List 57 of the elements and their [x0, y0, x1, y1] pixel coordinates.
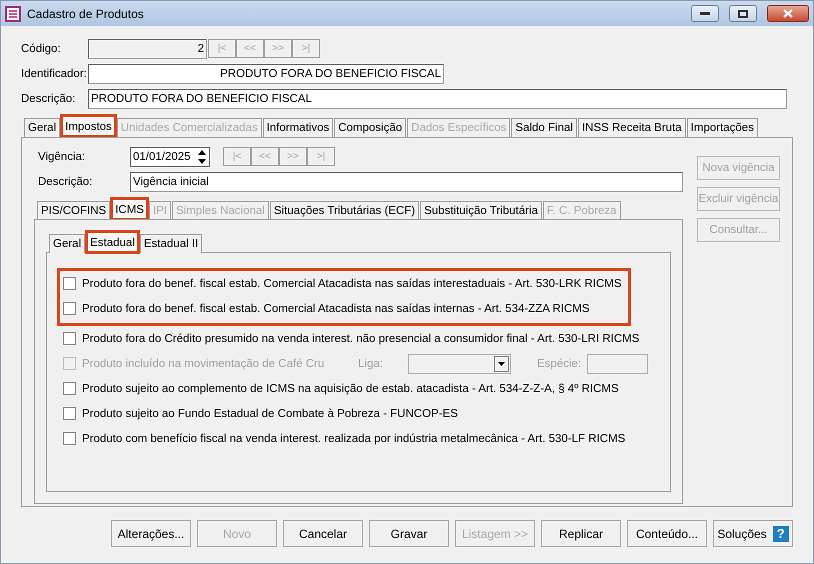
- checkbox[interactable]: [63, 302, 76, 315]
- checkbox[interactable]: [63, 407, 76, 420]
- field-label: Espécie:: [537, 358, 582, 370]
- tab[interactable]: ICMS: [111, 198, 148, 220]
- spin-down-icon[interactable]: [195, 156, 209, 166]
- field-label: Descrição:: [37, 176, 94, 188]
- checkbox[interactable]: [63, 332, 76, 345]
- checkbox-label: Produto sujeito ao Fundo Estadual de Combate à Pobreza - FUNCOP-ES: [82, 408, 458, 420]
- checkbox[interactable]: [63, 382, 76, 395]
- close-icon: [783, 9, 793, 18]
- checkbox-label: Produto com benefício fiscal na venda interest. realizada por indústria metalmecânica - Art. 530-LF RICMS: [82, 432, 626, 444]
- window-title: Cadastro de Produtos: [27, 6, 145, 20]
- action-button[interactable]: Conteúdo...: [627, 520, 707, 547]
- input-field[interactable]: Vigência inicial: [130, 172, 683, 192]
- field-label: Código:: [21, 42, 62, 54]
- input-field[interactable]: PRODUTO FORA DO BENEFICIO FISCAL: [88, 64, 444, 84]
- maximize-button[interactable]: [729, 5, 757, 22]
- app-icon: [5, 6, 21, 22]
- checkbox-label: Produto fora do Crédito presumido na venda interest. não presencial a consumidor final - Art. 530-LRI RICMS: [82, 332, 640, 344]
- close-button[interactable]: [767, 5, 809, 22]
- tab[interactable]: Importações: [686, 118, 758, 137]
- tab[interactable]: Saldo Final: [511, 118, 577, 137]
- field-label: Descrição:: [21, 92, 76, 104]
- maximize-icon: [738, 10, 748, 18]
- checkbox-label: Produto fora do benef. fiscal estab. Comercial Atacadista nas saídas interestaduais - Art. 530-LRK RICMS: [82, 278, 622, 290]
- minimize-button[interactable]: [691, 5, 719, 22]
- help-icon: ?: [772, 526, 789, 542]
- checkbox[interactable]: [63, 277, 76, 290]
- caret-icon: [498, 362, 505, 366]
- minimize-icon: [700, 12, 710, 16]
- date-field[interactable]: 01/01/2025: [130, 146, 210, 166]
- tab[interactable]: Estadual: [86, 231, 139, 253]
- input-field[interactable]: PRODUTO FORA DO BENEFICIO FISCAL: [88, 88, 787, 108]
- action-button[interactable]: Alterações...: [111, 520, 191, 547]
- tab[interactable]: Situações Tributárias (ECF): [270, 201, 420, 220]
- field-label: Identificador:: [21, 68, 88, 80]
- tab[interactable]: Estadual II: [140, 234, 202, 253]
- field-label: Liga:: [358, 358, 384, 370]
- checkbox[interactable]: [63, 432, 76, 445]
- tab[interactable]: Impostos: [61, 115, 116, 137]
- tab[interactable]: PIS/COFINS: [37, 201, 110, 220]
- tab[interactable]: Informativos: [262, 118, 334, 137]
- field-label: Vigência:: [37, 150, 86, 162]
- checkbox-label: Produto fora do benef. fiscal estab. Comercial Atacadista nas saídas internas - Art. 534-ZZA RICMS: [82, 302, 590, 314]
- checkbox-label: Produto sujeito ao complemento de ICMS na aquisição de estab. atacadista - Art. 534-Z-Z-A, § 4º RICMS: [82, 382, 619, 394]
- tab[interactable]: INSS Receita Bruta: [578, 118, 686, 137]
- help-button[interactable]: Soluções ?: [713, 520, 793, 547]
- action-button[interactable]: Gravar: [369, 520, 449, 547]
- tab[interactable]: Composição: [334, 118, 406, 137]
- tab[interactable]: Geral: [49, 234, 86, 253]
- checkbox-label: Produto incluído na movimentação de Café Cru: [82, 358, 326, 370]
- action-button[interactable]: Replicar: [541, 520, 621, 547]
- action-button[interactable]: Cancelar: [283, 520, 363, 547]
- spin-up-icon[interactable]: [195, 148, 209, 156]
- tab[interactable]: Geral: [24, 118, 60, 137]
- tab[interactable]: Substituição Tributária: [420, 201, 542, 220]
- input-field[interactable]: 2: [88, 38, 207, 58]
